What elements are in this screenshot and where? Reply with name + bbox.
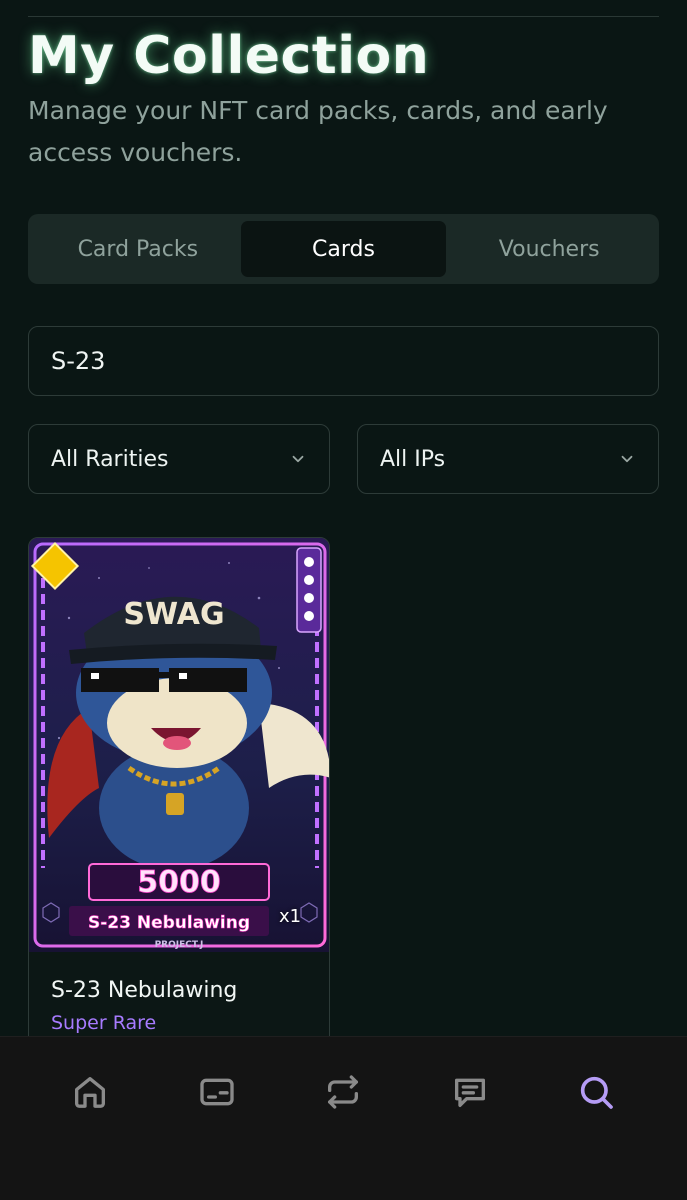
card-cap-text: SWAG	[123, 597, 224, 632]
tab-cards[interactable]: Cards	[240, 221, 447, 277]
rarity-filter-value: All Rarities	[51, 446, 169, 472]
page-subtitle: Manage your NFT card packs, cards, and e…	[28, 96, 608, 167]
swap-icon	[328, 1075, 358, 1109]
nav-wallet[interactable]	[192, 1067, 242, 1117]
home-icon	[75, 1077, 106, 1108]
wallet-icon	[200, 1078, 234, 1106]
tab-vouchers[interactable]: Vouchers	[446, 221, 652, 277]
card-name: S-23 Nebulawing	[51, 978, 238, 1003]
card-banner-name: S-23 Nebulawing	[88, 913, 250, 933]
card-power-value: 5000	[137, 865, 221, 900]
search-input[interactable]	[28, 326, 659, 396]
search-icon	[580, 1076, 613, 1109]
nav-chat[interactable]	[445, 1067, 495, 1117]
rarity-filter-select[interactable]: All Rarities	[28, 424, 330, 494]
card-rarity: Super Rare	[51, 1012, 157, 1034]
card-item[interactable]: SWAG 5000 S-23 Nebulawing PROJECT.J x1 S…	[28, 537, 330, 1057]
nav-swap[interactable]	[318, 1067, 368, 1117]
nav-home[interactable]	[65, 1067, 115, 1117]
tab-card-packs[interactable]: Card Packs	[35, 221, 241, 277]
ip-filter-select[interactable]: All IPs	[357, 424, 659, 494]
chevron-down-icon	[292, 455, 304, 463]
top-divider	[28, 16, 659, 17]
nav-search[interactable]	[571, 1067, 621, 1117]
chat-icon	[455, 1078, 485, 1107]
card-artwork: SWAG 5000 S-23 Nebulawing PROJECT.J	[29, 538, 329, 952]
chevron-down-icon	[621, 455, 633, 463]
card-brand-text: PROJECT.J	[155, 940, 204, 950]
collection-tabs: Card Packs Cards Vouchers	[28, 214, 659, 284]
ip-filter-value: All IPs	[380, 446, 446, 472]
bottom-navigation	[0, 1036, 687, 1200]
card-quantity: x1	[279, 906, 302, 927]
page-title: My Collection	[28, 26, 430, 86]
